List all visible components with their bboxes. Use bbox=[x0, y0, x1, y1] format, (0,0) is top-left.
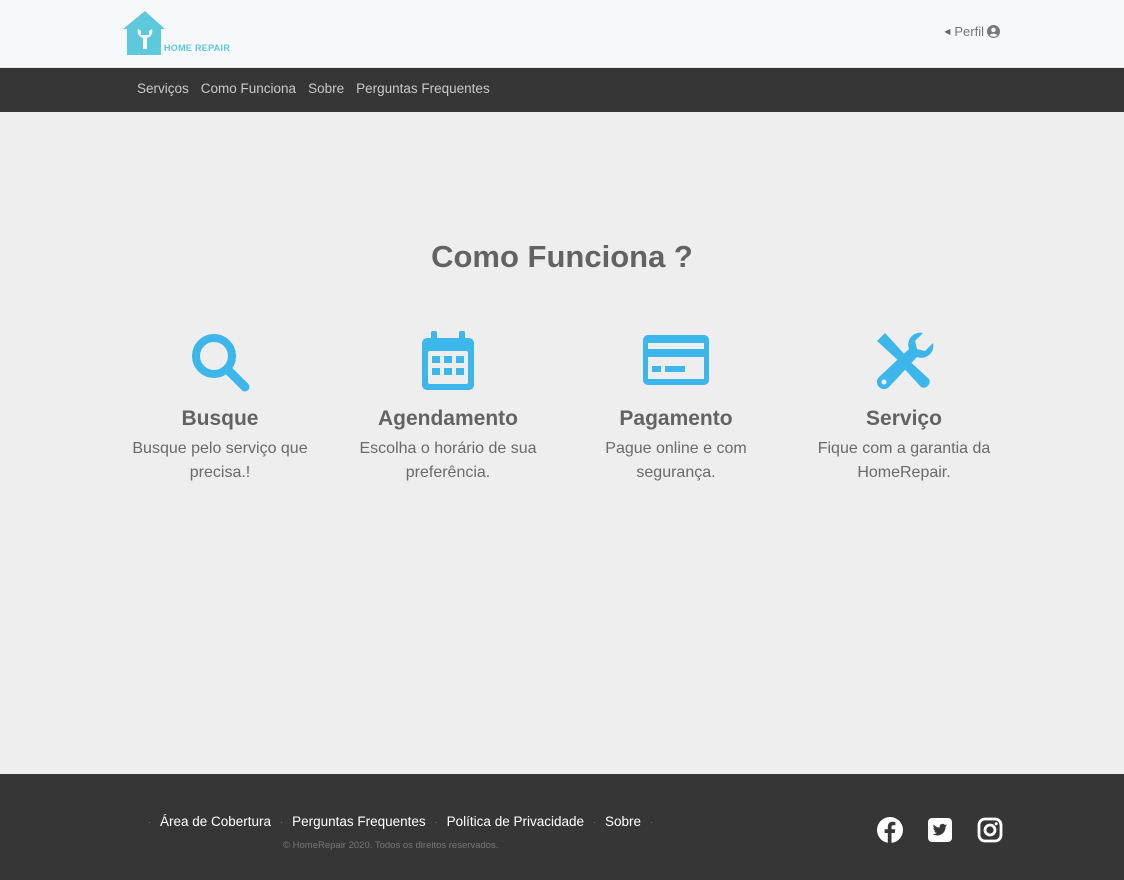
step-title: Agendamento bbox=[377, 407, 518, 430]
profile-menu[interactable]: ◀ Perfil bbox=[944, 24, 1000, 39]
footer-links: · Área de Cobertura · Perguntas Frequent… bbox=[139, 814, 662, 829]
facebook-icon[interactable] bbox=[877, 817, 903, 843]
search-icon bbox=[192, 334, 250, 392]
how-it-works-section: Como Funciona ? Busque Busque pelo servi… bbox=[0, 113, 1124, 773]
footer-link-perguntas-frequentes[interactable]: Perguntas Frequentes bbox=[292, 814, 426, 829]
footer-link-politica-de-privacidade[interactable]: Política de Privacidade bbox=[447, 814, 584, 829]
step-title: Serviço bbox=[866, 407, 942, 430]
step-servico: Serviço Fique com a garantia da HomeRepa… bbox=[790, 331, 1018, 501]
main-navbar: Serviços Como Funciona Sobre Perguntas F… bbox=[0, 68, 1124, 112]
footer-separator: · bbox=[280, 816, 284, 827]
copyright-text: © HomeRepair 2020. Todos os direitos res… bbox=[283, 840, 499, 851]
step-description: Fique com a garantia da HomeRepair. bbox=[817, 440, 991, 481]
footer-link-sobre[interactable]: Sobre bbox=[605, 814, 641, 829]
step-agendamento: Agendamento Escolha o horário de sua pre… bbox=[334, 331, 562, 501]
step-description: Escolha o horário de sua preferência. bbox=[359, 440, 537, 481]
step-title: Busque bbox=[181, 407, 259, 430]
social-links bbox=[877, 817, 1003, 843]
logo-text: HOME REPAIR bbox=[164, 43, 231, 53]
footer-separator: · bbox=[434, 816, 438, 827]
step-busque: Busque Busque pelo serviço que precisa.! bbox=[106, 331, 334, 501]
steps-list: Busque Busque pelo serviço que precisa.! bbox=[106, 331, 1018, 501]
step-pagamento: Pagamento Pague online e com segurança. bbox=[562, 331, 790, 501]
footer-link-area-de-cobertura[interactable]: Área de Cobertura bbox=[160, 814, 271, 829]
step-description: Pague online e com segurança. bbox=[605, 440, 747, 481]
caret-left-icon: ◀ bbox=[944, 27, 951, 36]
profile-label: Perfil bbox=[954, 24, 984, 39]
header: HOME REPAIR ◀ Perfil bbox=[0, 0, 1124, 68]
step-title: Pagamento bbox=[619, 407, 733, 430]
footer-separator: · bbox=[148, 816, 151, 827]
nav-item-como-funciona[interactable]: Como Funciona bbox=[201, 81, 296, 96]
section-title: Como Funciona ? bbox=[431, 239, 693, 274]
footer-separator: · bbox=[650, 816, 654, 827]
nav-item-sobre[interactable]: Sobre bbox=[308, 81, 344, 96]
step-description: Busque pelo serviço que precisa.! bbox=[132, 440, 308, 481]
instagram-icon[interactable] bbox=[977, 817, 1003, 843]
twitter-icon[interactable] bbox=[927, 817, 953, 843]
credit-card-icon bbox=[643, 335, 709, 385]
calendar-icon bbox=[422, 331, 474, 390]
tools-icon bbox=[876, 332, 934, 390]
nav-item-servicos[interactable]: Serviços bbox=[137, 81, 189, 96]
footer-separator: · bbox=[593, 816, 596, 827]
nav-item-perguntas-frequentes[interactable]: Perguntas Frequentes bbox=[356, 81, 490, 96]
user-circle-icon bbox=[987, 25, 1000, 38]
footer: · Área de Cobertura · Perguntas Frequent… bbox=[0, 774, 1124, 880]
